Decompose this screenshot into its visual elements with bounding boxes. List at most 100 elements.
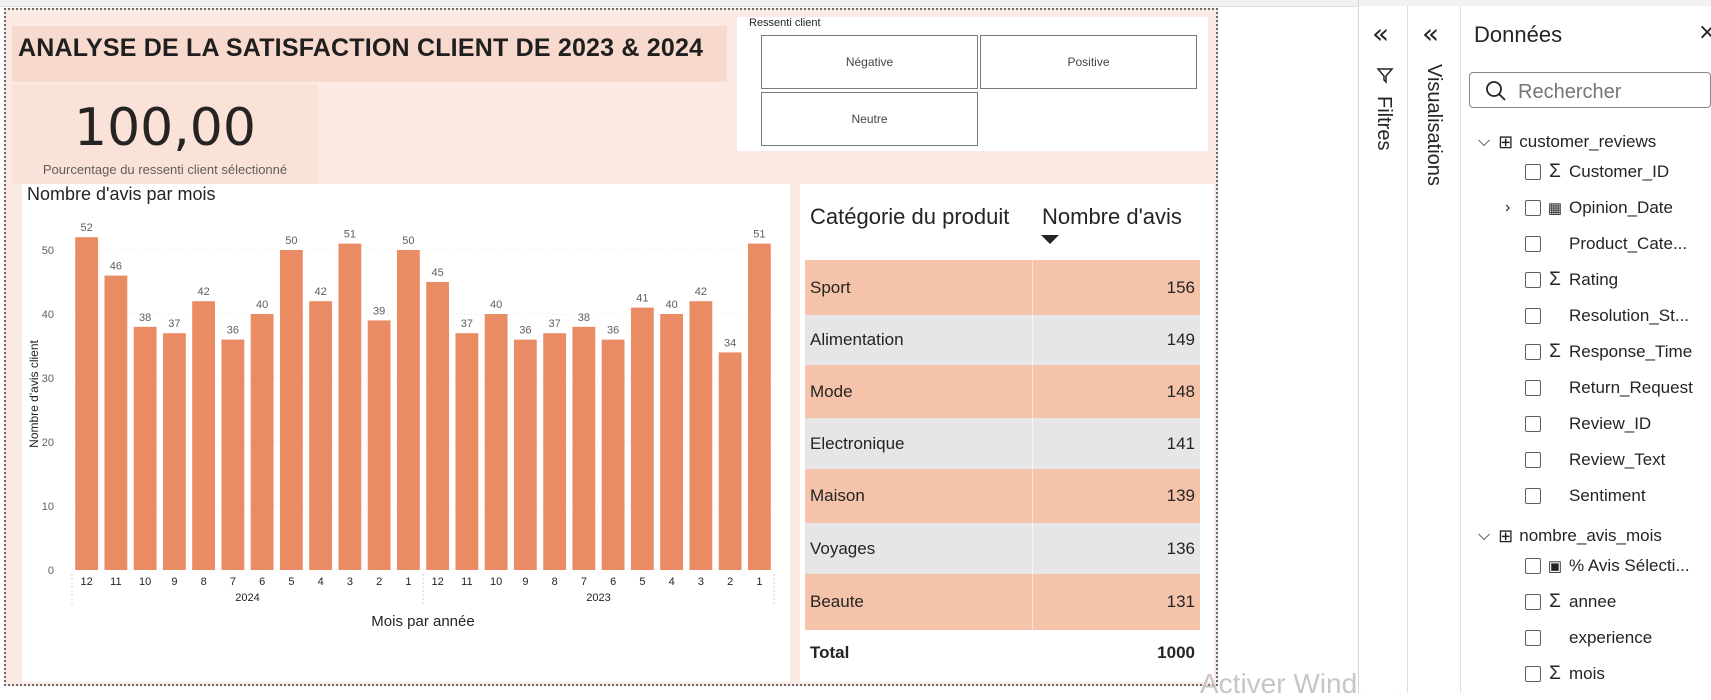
data-label: 51 [753, 229, 765, 241]
bar-chart[interactable]: 0102030405052124611381037942836740650542… [22, 184, 790, 682]
bar[interactable] [426, 282, 450, 570]
table-row[interactable]: Alimentation 149 [805, 315, 1200, 365]
field-checkbox[interactable] [1525, 630, 1541, 646]
table-node[interactable]: ⌵ ⊞ customer_reviews [1478, 127, 1656, 157]
data-label: 40 [256, 299, 268, 311]
data-label: 37 [549, 318, 561, 330]
bar[interactable] [279, 250, 303, 570]
slicer-option-neutre[interactable]: Neutre [761, 92, 978, 146]
field-checkbox[interactable] [1525, 452, 1541, 468]
field-item[interactable]: Σ Rating [1505, 265, 1618, 295]
bar[interactable] [133, 326, 157, 570]
close-pane-icon[interactable]: × [1698, 22, 1711, 44]
field-item[interactable]: Σmois [1505, 659, 1605, 689]
data-label: 42 [315, 286, 327, 298]
bar[interactable] [221, 339, 245, 570]
chevron-right-icon[interactable]: › [1505, 199, 1525, 217]
table-row[interactable]: Electronique 141 [805, 418, 1200, 469]
collapse-filters-icon[interactable]: « [1372, 20, 1389, 48]
bar[interactable] [162, 333, 186, 570]
bar[interactable] [513, 339, 537, 570]
sigma-icon: Σ [1549, 341, 1561, 362]
filters-label[interactable]: Filtres [1372, 96, 1395, 150]
field-item[interactable]: experience [1505, 623, 1652, 653]
chevron-down-icon[interactable]: ⌵ [1478, 527, 1490, 545]
search-icon [1486, 81, 1506, 101]
bar[interactable] [367, 320, 391, 570]
field-checkbox[interactable] [1525, 488, 1541, 504]
bar[interactable] [747, 243, 771, 570]
data-label: 50 [402, 235, 414, 247]
field-item[interactable]: Resolution_St... [1505, 301, 1689, 331]
table-cell-count: 141 [1166, 433, 1195, 453]
field-checkbox[interactable] [1525, 164, 1541, 180]
x-tick-label: 8 [201, 576, 207, 588]
bar[interactable] [250, 314, 274, 570]
x-tick-label: 9 [522, 576, 528, 588]
bar[interactable] [660, 314, 684, 570]
table-cell-category: Electronique [805, 418, 1033, 469]
field-checkbox[interactable] [1525, 558, 1541, 574]
search-input[interactable] [1516, 79, 1710, 105]
y-tick-label: 10 [42, 501, 54, 513]
field-checkbox[interactable] [1525, 272, 1541, 288]
field-checkbox[interactable] [1525, 380, 1541, 396]
table-row[interactable]: Sport 156 [805, 260, 1200, 315]
slicer-option-positive[interactable]: Positive [980, 35, 1197, 89]
bar[interactable] [75, 237, 99, 570]
field-item[interactable]: Σ Customer_ID [1505, 157, 1669, 187]
bar[interactable] [192, 301, 216, 570]
data-label: 41 [636, 293, 648, 305]
data-label: 51 [344, 229, 356, 241]
bar[interactable] [572, 326, 596, 570]
field-checkbox[interactable] [1525, 308, 1541, 324]
field-checkbox[interactable] [1525, 200, 1541, 216]
field-checkbox[interactable] [1525, 594, 1541, 610]
bar[interactable] [396, 250, 420, 570]
table-row[interactable]: Beaute 131 [805, 574, 1200, 630]
slicer-option-negative[interactable]: Négative [761, 35, 978, 89]
table-row[interactable]: Maison 139 [805, 469, 1200, 523]
field-item[interactable]: ▣ % Avis Sélecti... [1505, 551, 1690, 581]
bar[interactable] [543, 333, 567, 570]
sort-descending-icon[interactable] [1041, 235, 1059, 244]
field-item[interactable]: Σannee [1505, 587, 1616, 617]
field-item[interactable]: Σ Response_Time [1505, 337, 1692, 367]
table-row[interactable]: Voyages 136 [805, 523, 1200, 574]
table-cell-category: Maison [805, 469, 1033, 523]
x-group-label: 2023 [586, 592, 610, 604]
table-header-count[interactable]: Nombre d'avis [1042, 204, 1182, 230]
bar[interactable] [601, 339, 625, 570]
table-row[interactable]: Mode 148 [805, 365, 1200, 418]
field-checkbox[interactable] [1525, 666, 1541, 682]
field-item[interactable]: Review_Text [1505, 445, 1665, 475]
table-cell-count: 149 [1166, 330, 1195, 349]
table-node[interactable]: ⌵ ⊞ nombre_avis_mois [1478, 521, 1662, 551]
field-checkbox[interactable] [1525, 236, 1541, 252]
bar[interactable] [484, 314, 508, 570]
field-item[interactable]: Sentiment [1505, 481, 1646, 511]
bar[interactable] [689, 301, 713, 570]
y-tick-label: 40 [42, 309, 54, 321]
bar[interactable] [338, 243, 362, 570]
field-item[interactable]: Return_Request [1505, 373, 1693, 403]
kpi-label: Pourcentage du ressenti client sélection… [42, 162, 288, 177]
field-checkbox[interactable] [1525, 344, 1541, 360]
table-header-category[interactable]: Catégorie du produit [810, 204, 1009, 230]
bar[interactable] [309, 301, 333, 570]
collapse-visualisations-icon[interactable]: « [1422, 20, 1439, 48]
bar[interactable] [455, 333, 479, 570]
field-item[interactable]: › ▦ Opinion_Date [1505, 193, 1673, 223]
bar[interactable] [104, 275, 128, 570]
field-item[interactable]: Review_ID [1505, 409, 1651, 439]
chevron-down-icon[interactable]: ⌵ [1478, 133, 1490, 151]
bar[interactable] [630, 307, 654, 570]
bar[interactable] [718, 352, 742, 570]
field-label: Review_Text [1569, 450, 1666, 469]
data-label: 50 [285, 235, 297, 247]
sigma-icon: Σ [1549, 591, 1561, 612]
visualisations-label[interactable]: Visualisations [1422, 64, 1445, 186]
field-checkbox[interactable] [1525, 416, 1541, 432]
data-label: 40 [666, 299, 678, 311]
field-item[interactable]: Product_Cate... [1505, 229, 1687, 259]
